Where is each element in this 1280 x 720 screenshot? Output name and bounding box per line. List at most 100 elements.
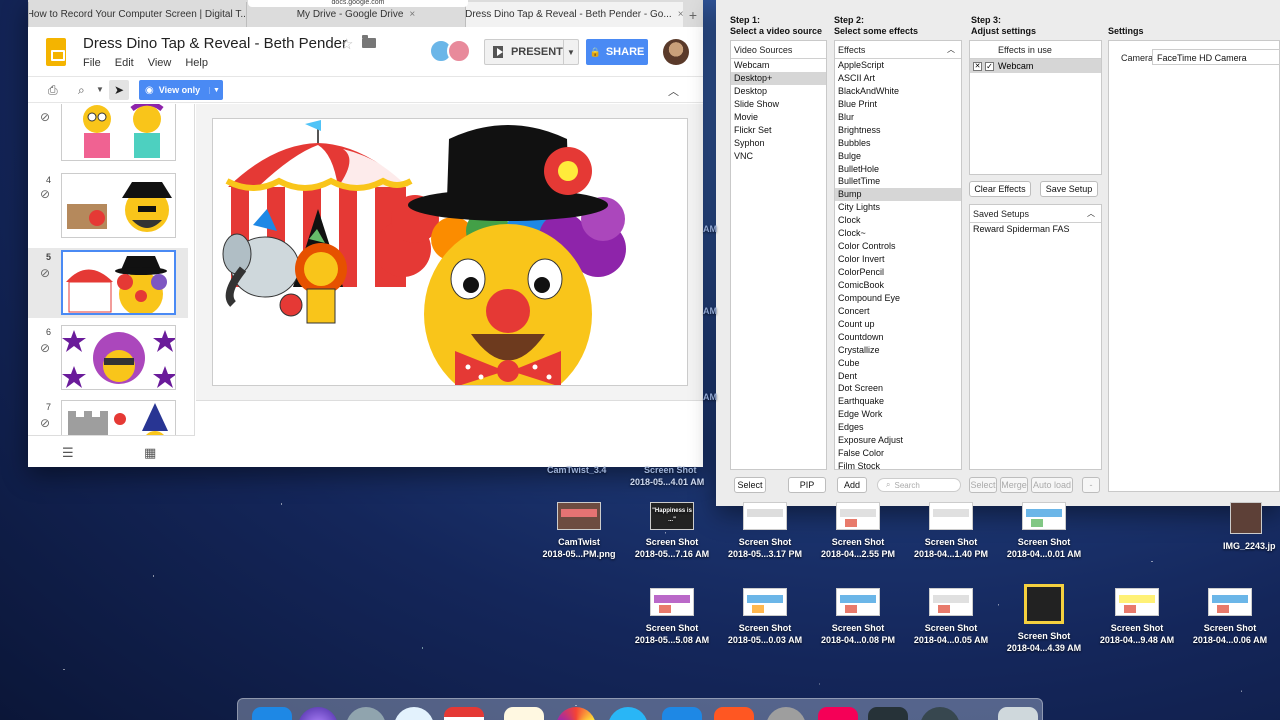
desktop-file-icon[interactable]: CamTwist 2018-05...PM.png	[533, 502, 625, 560]
app-store-icon[interactable]	[662, 707, 702, 720]
effect-list-item[interactable]: Bubbles	[835, 137, 961, 150]
notes-icon[interactable]	[504, 707, 544, 720]
url-bar-fragment[interactable]: docs.google.com	[248, 0, 468, 7]
menu-help[interactable]: Help	[185, 57, 208, 69]
select-pointer-icon[interactable]: ➤	[109, 80, 129, 100]
desktop-file-icon[interactable]: Screen Shot 2018-04...0.06 AM	[1184, 588, 1276, 646]
pip-button[interactable]: PIP	[788, 477, 826, 493]
effect-list-item[interactable]: AppleScript	[835, 59, 961, 72]
effect-list-item[interactable]: Edge Work	[835, 408, 961, 421]
effect-list-item[interactable]: BulletTime	[835, 175, 961, 188]
desktop-file-icon[interactable]: Screen Shot 2018-05...5.08 AM	[626, 588, 718, 646]
desktop-file-icon[interactable]: Screen Shot 2018-04...0.08 PM	[812, 588, 904, 646]
clear-effects-button[interactable]: Clear Effects	[969, 181, 1031, 197]
slide-thumbnail[interactable]	[61, 400, 176, 435]
desktop-file-icon[interactable]: Screen Shot 2018-04...0.05 AM	[905, 588, 997, 646]
tab-record-screen[interactable]: How to Record Your Computer Screen | Dig…	[28, 2, 246, 27]
desktop-file-icon[interactable]: Screen Shot 2018-04...2.55 PM	[812, 502, 904, 560]
anon-collaborator-icon[interactable]	[447, 39, 471, 63]
desktop-file-icon[interactable]: IMG_2243.jp	[1210, 502, 1280, 552]
effect-list-item[interactable]: Count up	[835, 318, 961, 331]
desktop-file-icon[interactable]: Screen Shot 2018-04...1.40 PM	[905, 502, 997, 560]
desktop-file-icon[interactable]: Screen Shot 2018-04...9.48 AM	[1091, 588, 1183, 646]
video-sources-list[interactable]: Video Sources Webcam Desktop+ Desktop Sl…	[730, 40, 827, 470]
slide-thumb-3[interactable]: 3 ⊘	[28, 104, 188, 166]
remove-effect-icon[interactable]: ✕	[973, 61, 982, 71]
effect-list-item[interactable]: ASCII Art	[835, 72, 961, 85]
effect-list-item[interactable]: Compound Eye	[835, 292, 961, 305]
app-icon[interactable]	[714, 707, 754, 720]
slide-thumbnail[interactable]	[61, 325, 176, 390]
print-icon[interactable]: ⎙	[48, 83, 58, 98]
desktop-file-icon[interactable]: Screen Shot 2018-05...3.17 PM	[719, 502, 811, 560]
effect-list-item[interactable]: City Lights	[835, 201, 961, 214]
camera-select[interactable]: FaceTime HD Camera	[1152, 49, 1280, 65]
system-preferences-icon[interactable]	[766, 707, 806, 720]
list-item[interactable]: Reward Spiderman FAS	[970, 223, 1101, 236]
effect-list-item[interactable]: Dot Screen	[835, 382, 961, 395]
effect-list-item[interactable]: Countdown	[835, 331, 961, 344]
effect-in-use-row[interactable]: ✕ ✓ Webcam	[970, 59, 1101, 73]
messages-icon[interactable]	[608, 707, 648, 720]
chevron-down-icon[interactable]: ▼	[96, 85, 104, 94]
slide-thumb-6[interactable]: 6 ⊘	[28, 325, 188, 395]
enable-checkbox[interactable]: ✓	[985, 61, 994, 71]
effect-list-item[interactable]: BulletHole	[835, 163, 961, 176]
speaker-notes[interactable]	[196, 400, 703, 467]
effect-list-item[interactable]: Bulge	[835, 150, 961, 163]
effect-list-item[interactable]: Bump	[835, 188, 961, 202]
effect-list-item[interactable]: Crystallize	[835, 344, 961, 357]
grid-view-icon[interactable]: ▦	[144, 445, 156, 461]
doc-title[interactable]: Dress Dino Tap & Reveal - Beth Pender	[83, 35, 347, 52]
select-setup-button[interactable]: Select	[969, 477, 997, 493]
video-sources-header[interactable]: Video Sources	[731, 41, 826, 59]
launchpad-icon[interactable]	[346, 707, 386, 720]
finder-icon[interactable]	[252, 707, 292, 720]
tab-dress-dino[interactable]: Dress Dino Tap & Reveal - Beth Pender - …	[464, 2, 683, 27]
effect-list-item[interactable]: Dent	[835, 370, 961, 383]
calendar-icon[interactable]	[444, 707, 484, 720]
effect-list-item[interactable]: Earthquake	[835, 395, 961, 408]
desktop-file-icon[interactable]: Screen Shot 2018-04...0.01 AM	[998, 502, 1090, 560]
slides-logo-icon[interactable]	[46, 37, 66, 66]
chevron-up-icon[interactable]: ︿	[668, 83, 679, 99]
view-only-button[interactable]: ◉ View only ▼	[139, 80, 223, 100]
save-setup-button[interactable]: Save Setup	[1040, 181, 1098, 197]
star-icon[interactable]: ☆	[340, 35, 353, 53]
slide-thumb-5[interactable]: 5 ⊘	[28, 248, 188, 318]
effect-list-item[interactable]: Brightness	[835, 124, 961, 137]
avatar[interactable]	[663, 39, 689, 65]
list-item[interactable]: Webcam	[731, 59, 826, 72]
effect-list-item[interactable]: ColorPencil	[835, 266, 961, 279]
list-item[interactable]: Slide Show	[731, 98, 826, 111]
menu-edit[interactable]: Edit	[115, 57, 134, 69]
slide-thumbnail[interactable]	[61, 173, 176, 238]
list-item[interactable]: Movie	[731, 111, 826, 124]
list-item[interactable]: Desktop	[731, 85, 826, 98]
effect-list-item[interactable]: Exposure Adjust	[835, 434, 961, 447]
effect-list-item[interactable]: Cube	[835, 357, 961, 370]
effect-list-item[interactable]: Blue Print	[835, 98, 961, 111]
effect-list-item[interactable]: Color Controls	[835, 240, 961, 253]
menu-view[interactable]: View	[148, 57, 172, 69]
saved-setups-list[interactable]: Saved Setups ︿ Reward Spiderman FAS	[969, 204, 1102, 470]
slide-thumb-7[interactable]: 7 ⊘	[28, 400, 188, 435]
effect-list-item[interactable]: Blur	[835, 111, 961, 124]
effect-list-item[interactable]: Film Stock	[835, 460, 961, 469]
effect-list-item[interactable]: False Color	[835, 447, 961, 460]
list-item[interactable]: Syphon	[731, 137, 826, 150]
effect-list-item[interactable]: ComicBook	[835, 279, 961, 292]
slide-thumbnail[interactable]	[61, 104, 176, 161]
add-effect-button[interactable]: Add	[837, 477, 867, 493]
app-icon[interactable]	[920, 707, 960, 720]
zoom-icon[interactable]: ⌕	[78, 83, 85, 98]
effect-list-item[interactable]: Color Invert	[835, 253, 961, 266]
slide-thumbnail[interactable]	[61, 250, 176, 315]
slide-thumb-4[interactable]: 4 ⊘	[28, 173, 188, 243]
effects-list[interactable]: Effects ︿ AppleScript ASCII Art BlackAndWh…	[834, 40, 962, 470]
siri-icon[interactable]	[298, 707, 338, 720]
merge-button[interactable]: Merge	[1000, 477, 1028, 493]
menu-file[interactable]: File	[83, 57, 101, 69]
saved-setups-header[interactable]: Saved Setups ︿	[970, 205, 1101, 223]
effect-list-item[interactable]: Edges	[835, 421, 961, 434]
